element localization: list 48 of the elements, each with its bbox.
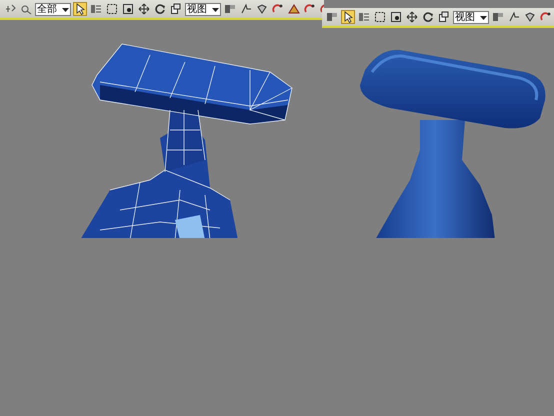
move-icon: [138, 3, 150, 15]
select-by-name-icon: [358, 11, 370, 23]
rectangle-selection-icon: [106, 3, 118, 15]
crossing-selection-button[interactable]: [121, 2, 135, 16]
rotate-button[interactable]: [421, 10, 435, 24]
gem-button[interactable]: [255, 2, 269, 16]
scale-button[interactable]: [437, 10, 451, 24]
move-button[interactable]: [137, 2, 151, 16]
crossing-selection-icon: [122, 3, 134, 15]
pivot-icon: [492, 11, 504, 23]
caret-icon: [212, 6, 219, 12]
snap-icon: [240, 3, 252, 15]
selection-filter-dropdown[interactable]: 全部: [35, 2, 71, 16]
gem-icon: [524, 11, 536, 23]
reference-coordinate-dropdown[interactable]: 视图: [185, 2, 221, 16]
move-icon: [406, 11, 418, 23]
gem-icon: [256, 3, 268, 15]
pivot-icon: [224, 3, 236, 15]
rotate-icon: [154, 3, 166, 15]
gem-button[interactable]: [523, 10, 537, 24]
rectangle-selection-button[interactable]: [373, 10, 387, 24]
select-by-name-icon: [90, 3, 102, 15]
filter-icon: [20, 3, 32, 15]
snap-button[interactable]: [507, 10, 521, 24]
rotate-button[interactable]: [153, 2, 167, 16]
snap-icon: [508, 11, 520, 23]
rectangle-selection-button[interactable]: [105, 2, 119, 16]
select-by-name-button[interactable]: [89, 2, 103, 16]
pivot-icon: [326, 11, 338, 23]
select-by-name-button[interactable]: [357, 10, 371, 24]
scale-button[interactable]: [169, 2, 183, 16]
select-tool-button[interactable]: [341, 10, 355, 24]
pivot-button[interactable]: [223, 2, 237, 16]
rectangle-selection-icon: [374, 11, 386, 23]
scale-icon: [438, 11, 450, 23]
triangle-button[interactable]: [287, 2, 301, 16]
triangle-icon: [288, 3, 300, 15]
pivot-button[interactable]: [325, 10, 339, 24]
pivot-button[interactable]: [491, 10, 505, 24]
crossing-selection-icon: [390, 11, 402, 23]
select-tool-button[interactable]: [73, 2, 87, 16]
scale-icon: [170, 3, 182, 15]
rotate-icon: [422, 11, 434, 23]
snap-button[interactable]: [239, 2, 253, 16]
caret-icon: [62, 6, 69, 12]
reference-coordinate-dropdown[interactable]: 视图: [453, 10, 489, 24]
crossing-selection-button[interactable]: [389, 10, 403, 24]
move-button[interactable]: [405, 10, 419, 24]
